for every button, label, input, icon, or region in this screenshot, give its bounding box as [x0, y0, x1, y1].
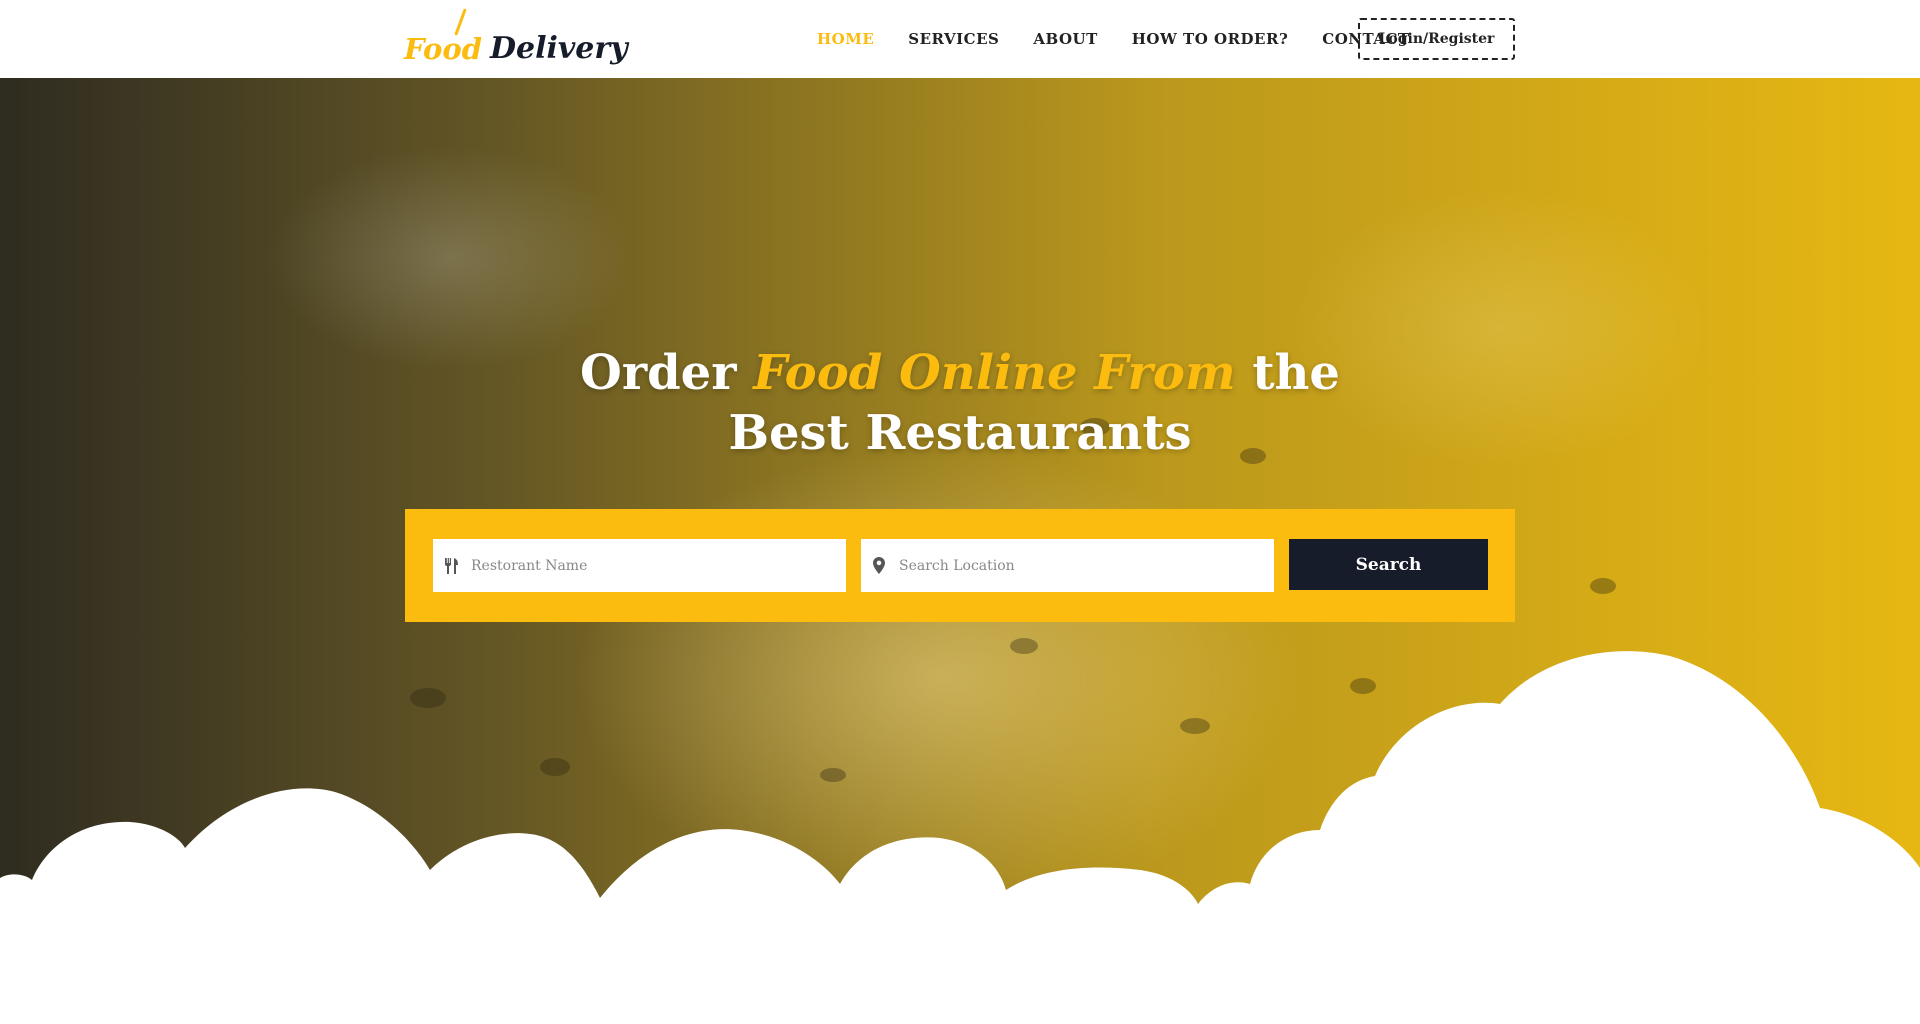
nav-about[interactable]: ABOUT — [1033, 30, 1097, 48]
nav-how-to-order[interactable]: HOW TO ORDER? — [1132, 30, 1289, 48]
hero-section: Order Food Online From the Best Restaura… — [0, 78, 1920, 1024]
main-nav: HOME SERVICES ABOUT HOW TO ORDER? CONTAC… — [800, 0, 1427, 78]
logo-word-delivery: Delivery — [489, 31, 628, 66]
logo-word-food: Food — [404, 32, 482, 66]
cloud-divider — [0, 651, 1920, 1024]
logo[interactable]: Food Delivery — [404, 8, 628, 66]
nav-services[interactable]: SERVICES — [908, 30, 999, 48]
login-register-button[interactable]: Login/Register — [1358, 18, 1515, 60]
nav-home[interactable]: HOME — [817, 30, 874, 48]
site-header: Food Delivery HOME SERVICES ABOUT HOW TO… — [0, 0, 1920, 78]
